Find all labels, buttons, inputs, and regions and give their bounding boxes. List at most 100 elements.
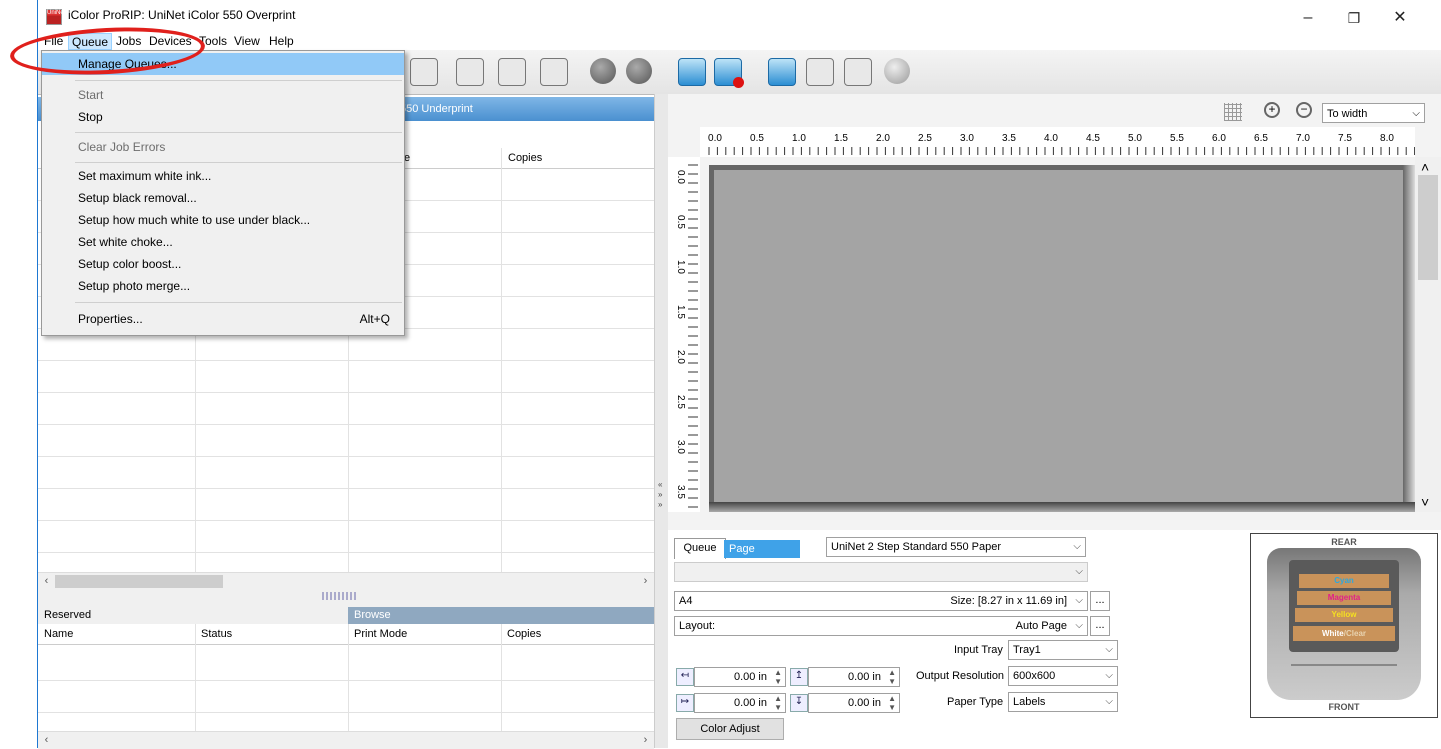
menu-item-label: Set white choke... bbox=[78, 235, 173, 249]
paper-type-select[interactable]: Labels ⌵ bbox=[1008, 692, 1118, 712]
menu-item-label: Setup photo merge... bbox=[78, 279, 191, 293]
fit-height-icon[interactable] bbox=[498, 58, 526, 86]
rotate-page-icon[interactable] bbox=[540, 58, 568, 86]
splitter-grip-icon[interactable] bbox=[322, 592, 358, 600]
output-resolution-label: Output Resolution bbox=[916, 670, 1005, 682]
table-row bbox=[38, 392, 654, 393]
menu-item-photo-merge[interactable]: Setup photo merge... bbox=[42, 275, 404, 297]
table-row bbox=[38, 456, 654, 457]
front-label: FRONT bbox=[1328, 702, 1360, 712]
spin-arrows-icon[interactable]: ▲ ▼ bbox=[888, 668, 896, 686]
cartridge-magenta: Magenta bbox=[1297, 591, 1391, 605]
cancel-job-icon[interactable] bbox=[626, 58, 652, 84]
right-margin-icon: ↦ bbox=[676, 694, 694, 712]
grid-toggle-icon[interactable] bbox=[1224, 103, 1242, 121]
fit-page-icon[interactable] bbox=[456, 58, 484, 86]
column-name[interactable]: Name bbox=[38, 624, 73, 644]
top-margin-icon: ↥ bbox=[790, 668, 808, 686]
scroll-up-icon[interactable]: ˄ bbox=[1421, 159, 1429, 175]
column-copies-bottom[interactable]: Copies bbox=[501, 624, 541, 644]
scroll-right-icon[interactable]: › bbox=[637, 573, 654, 590]
tab-page[interactable]: Page bbox=[724, 540, 800, 558]
paper-size-select[interactable]: A4 Size: [8.27 in x 11.69 in] ⌵ bbox=[674, 591, 1088, 611]
menu-item-white-choke[interactable]: Set white choke... bbox=[42, 231, 404, 253]
tab-queue[interactable]: Queue bbox=[674, 538, 726, 559]
ruler-label: 7.5 bbox=[1338, 133, 1352, 144]
horizontal-ruler: 0.0 0.5 1.0 1.5 2.0 2.5 3.0 3.5 4.0 4.5 5.0 5.5 6.0 6… bbox=[700, 127, 1416, 157]
delete-job-icon[interactable] bbox=[590, 58, 616, 84]
scroll-left-icon[interactable]: ‹ bbox=[38, 573, 55, 590]
ruler-label: 5.5 bbox=[1170, 133, 1184, 144]
menu-item-properties[interactable]: Properties... Alt+Q bbox=[42, 308, 404, 330]
menu-help[interactable]: Help bbox=[266, 33, 297, 50]
ruler-label: 0.5 bbox=[675, 215, 686, 229]
chevron-down-icon: ⌵ bbox=[1075, 620, 1083, 631]
tab-browse[interactable]: Browse bbox=[348, 607, 654, 624]
column-copies[interactable]: Copies bbox=[502, 148, 542, 168]
ruler-label: 7.0 bbox=[1296, 133, 1310, 144]
menu-item-color-boost[interactable]: Setup color boost... bbox=[42, 253, 404, 275]
vertical-scroll-thumb[interactable] bbox=[1418, 175, 1438, 280]
job-list-icon[interactable] bbox=[806, 58, 834, 86]
menu-view[interactable]: View bbox=[231, 33, 263, 50]
app-icon: UniNet bbox=[46, 9, 65, 25]
media-select[interactable]: UniNet 2 Step Standard 550 Paper ⌵ bbox=[826, 537, 1086, 557]
scroll-right-icon[interactable]: › bbox=[637, 732, 654, 749]
left-margin-input[interactable]: 0.00 in ▲ ▼ bbox=[694, 667, 786, 687]
cartridge-label: Yellow bbox=[1331, 610, 1357, 619]
input-tray-select[interactable]: Tray1 ⌵ bbox=[1008, 640, 1118, 660]
spin-arrows-icon[interactable]: ▲ ▼ bbox=[774, 668, 782, 686]
color-adjust-button[interactable]: Color Adjust bbox=[676, 718, 784, 740]
zoom-value: To width bbox=[1327, 108, 1368, 120]
column-print-mode-bottom[interactable]: Print Mode bbox=[348, 624, 407, 644]
printer-slot bbox=[1291, 664, 1397, 666]
queue-properties-icon[interactable] bbox=[768, 58, 796, 86]
stop-queue-icon[interactable] bbox=[714, 58, 744, 88]
horizontal-scrollbar-top[interactable]: ‹ › bbox=[38, 572, 654, 590]
scroll-thumb[interactable] bbox=[55, 575, 223, 588]
spin-arrows-icon[interactable]: ▲ ▼ bbox=[888, 694, 896, 712]
menu-item-max-white-ink[interactable]: Set maximum white ink... bbox=[42, 165, 404, 187]
layout-select[interactable]: Layout: Auto Page ⌵ bbox=[674, 616, 1088, 636]
panel-splitter[interactable] bbox=[38, 589, 654, 607]
paper-type-label: Paper Type bbox=[947, 696, 1004, 708]
minimize-button[interactable]: – bbox=[1288, 6, 1328, 30]
color-palette-icon[interactable] bbox=[884, 58, 910, 84]
right-margin-input[interactable]: 0.00 in ▲ ▼ bbox=[694, 693, 786, 713]
tab-reserved[interactable]: Reserved bbox=[38, 607, 348, 624]
bottom-margin-input[interactable]: 0.00 in ▲ ▼ bbox=[808, 693, 900, 713]
close-button[interactable]: ✕ bbox=[1380, 6, 1420, 30]
title-bar: UniNet iColor ProRIP: UniNet iColor 550 … bbox=[38, 0, 1441, 33]
zoom-select[interactable]: To width ⌵ bbox=[1322, 103, 1425, 123]
menu-item-white-under-black[interactable]: Setup how much white to use under black.… bbox=[42, 209, 404, 231]
menu-item-black-removal[interactable]: Setup black removal... bbox=[42, 187, 404, 209]
collapse-arrows-icon[interactable]: «»» bbox=[658, 480, 662, 510]
zoom-in-icon[interactable]: + bbox=[1264, 102, 1280, 118]
rear-label: REAR bbox=[1331, 537, 1357, 547]
window-title: iColor ProRIP: UniNet iColor 550 Overpri… bbox=[68, 8, 296, 22]
cartridge-label: Cyan bbox=[1334, 576, 1354, 585]
vertical-splitter[interactable]: «»» bbox=[654, 94, 669, 748]
white-label: White bbox=[1321, 629, 1344, 638]
column-status[interactable]: Status bbox=[195, 624, 232, 644]
printer-setup-icon[interactable] bbox=[844, 58, 872, 86]
bottom-margin-value: 0.00 in bbox=[847, 697, 881, 709]
zoom-out-icon[interactable]: − bbox=[1296, 102, 1312, 118]
paper-size-more-button[interactable]: ... bbox=[1090, 591, 1110, 611]
spin-arrows-icon[interactable]: ▲ ▼ bbox=[774, 694, 782, 712]
layout-more-button[interactable]: ... bbox=[1090, 616, 1110, 636]
start-queue-icon[interactable] bbox=[678, 58, 706, 86]
menu-item-label: Stop bbox=[78, 110, 103, 124]
output-resolution-select[interactable]: 600x600 ⌵ bbox=[1008, 666, 1118, 686]
top-margin-input[interactable]: 0.00 in ▲ ▼ bbox=[808, 667, 900, 687]
ruler-label: 3.5 bbox=[675, 485, 686, 499]
bottom-grid-header: Name Status Print Mode Copies bbox=[38, 624, 654, 645]
bottom-margin-icon: ↧ bbox=[790, 694, 808, 712]
menu-item-stop[interactable]: Stop bbox=[42, 106, 404, 128]
horizontal-scrollbar-bottom[interactable]: ‹ › bbox=[38, 731, 654, 749]
fit-width-icon[interactable] bbox=[410, 58, 438, 86]
restore-button[interactable]: ❐ bbox=[1334, 6, 1374, 30]
scroll-down-icon[interactable]: ˅ bbox=[1421, 494, 1429, 510]
table-row bbox=[38, 520, 654, 521]
scroll-left-icon[interactable]: ‹ bbox=[38, 732, 55, 749]
